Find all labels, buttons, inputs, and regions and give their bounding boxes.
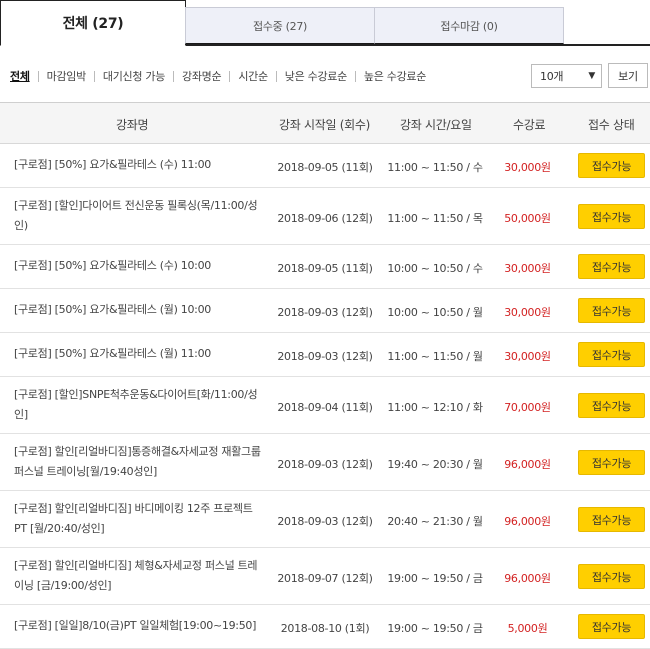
- course-start-date: 2018-09-05 (11회): [277, 262, 373, 275]
- course-fee: 30,000원: [504, 350, 551, 363]
- header-time-day: 강좌 시간/요일: [400, 118, 472, 132]
- course-time: 11:00 ~ 11:50 / 월: [387, 350, 483, 363]
- dropdown-arrow-icon: ▼: [588, 71, 595, 81]
- apply-button[interactable]: 접수가능: [578, 298, 645, 323]
- course-time: 10:00 ~ 10:50 / 수: [387, 262, 483, 275]
- course-table: 강좌명 강좌 시작일 (회수) 강좌 시간/요일 수강료 접수 상태 [구로점]…: [0, 102, 650, 649]
- table-row: [구로점] [할인]다이어트 전신운동 필록싱(목/11:00/성인) 2018…: [0, 188, 650, 245]
- course-fee: 30,000원: [504, 306, 551, 319]
- divider: [173, 70, 175, 82]
- sort-by-name[interactable]: 강좌명순: [182, 68, 222, 84]
- course-time: 20:40 ~ 21:30 / 월: [387, 515, 483, 528]
- table-row: [구로점] [할인]SNPE척추운동&다이어트[화/11:00/성인] 2018…: [0, 377, 650, 434]
- apply-button[interactable]: 접수가능: [578, 450, 645, 475]
- table-row: [구로점] [50%] 요가&필라테스 (수) 11:00 2018-09-05…: [0, 144, 650, 188]
- apply-button[interactable]: 접수가능: [578, 153, 645, 178]
- course-start-date: 2018-09-06 (12회): [277, 212, 373, 225]
- course-name[interactable]: [구로점] [50%] 요가&필라테스 (수) 11:00: [14, 155, 264, 175]
- header-course-name: 강좌명: [116, 118, 149, 132]
- sort-by-price-high[interactable]: 높은 수강료순: [364, 68, 426, 84]
- course-start-date: 2018-09-03 (12회): [277, 515, 373, 528]
- apply-button[interactable]: 접수가능: [578, 614, 645, 639]
- course-time: 19:40 ~ 20:30 / 월: [387, 458, 483, 471]
- apply-button[interactable]: 접수가능: [578, 204, 645, 229]
- table-row: [구로점] [50%] 요가&필라테스 (수) 10:00 2018-09-05…: [0, 245, 650, 289]
- divider: [37, 70, 39, 82]
- header-fee: 수강료: [513, 118, 546, 132]
- page-size-value: 10개: [540, 70, 564, 83]
- course-time: 19:00 ~ 19:50 / 금: [387, 572, 483, 585]
- divider: [93, 70, 95, 82]
- apply-button[interactable]: 접수가능: [578, 507, 645, 532]
- course-fee: 30,000원: [504, 262, 551, 275]
- table-header: 강좌명 강좌 시작일 (회수) 강좌 시간/요일 수강료 접수 상태: [0, 102, 650, 144]
- page-size-select[interactable]: 10개 ▼: [531, 64, 602, 88]
- course-start-date: 2018-09-03 (12회): [277, 306, 373, 319]
- course-fee: 50,000원: [504, 212, 551, 225]
- header-status: 접수 상태: [588, 118, 635, 132]
- course-name[interactable]: [구로점] [일일]8/10(금)PT 일일체험[19:00~19:50]: [14, 616, 264, 636]
- course-start-date: 2018-09-03 (12회): [277, 350, 373, 363]
- filter-all[interactable]: 전체: [10, 68, 30, 84]
- course-time: 19:00 ~ 19:50 / 금: [387, 622, 483, 635]
- tab-closed[interactable]: 접수마감 (0): [374, 7, 564, 44]
- course-name[interactable]: [구로점] [할인]다이어트 전신운동 필록싱(목/11:00/성인): [14, 196, 264, 236]
- divider: [275, 70, 277, 82]
- filter-deadline[interactable]: 마감임박: [47, 68, 87, 84]
- course-name[interactable]: [구로점] [50%] 요가&필라테스 (월) 10:00: [14, 300, 264, 320]
- course-name[interactable]: [구로점] 할인[리얼바디짐] 체형&자세교정 퍼스널 트레이닝 [금/19:0…: [14, 556, 264, 596]
- course-time: 11:00 ~ 12:10 / 화: [387, 401, 483, 414]
- table-row: [구로점] 할인[리얼바디짐]통증해결&자세교정 재활그룹 퍼스널 트레이닝[월…: [0, 434, 650, 491]
- course-name[interactable]: [구로점] [50%] 요가&필라테스 (수) 10:00: [14, 256, 264, 276]
- sort-by-price-low[interactable]: 낮은 수강료순: [285, 68, 347, 84]
- sort-filter-bar: 전체 마감임박 대기신청 가능 강좌명순 시간순 낮은 수강료순 높은 수강료순: [10, 68, 426, 84]
- apply-button[interactable]: 접수가능: [578, 393, 645, 418]
- view-button[interactable]: 보기: [608, 63, 648, 88]
- course-start-date: 2018-09-03 (12회): [277, 458, 373, 471]
- course-fee: 5,000원: [507, 622, 548, 635]
- course-fee: 70,000원: [504, 401, 551, 414]
- tab-open[interactable]: 접수중 (27): [185, 7, 375, 44]
- filter-waitlist[interactable]: 대기신청 가능: [103, 68, 165, 84]
- apply-button[interactable]: 접수가능: [578, 254, 645, 279]
- course-fee: 30,000원: [504, 161, 551, 174]
- course-name[interactable]: [구로점] [50%] 요가&필라테스 (월) 11:00: [14, 344, 264, 364]
- table-row: [구로점] 할인[리얼바디짐] 바디메이킹 12주 프로젝트 PT [월/20:…: [0, 491, 650, 548]
- course-name[interactable]: [구로점] [할인]SNPE척추운동&다이어트[화/11:00/성인]: [14, 385, 264, 425]
- table-row: [구로점] [일일]8/10(금)PT 일일체험[19:00~19:50] 20…: [0, 605, 650, 649]
- course-time: 10:00 ~ 10:50 / 월: [387, 306, 483, 319]
- course-fee: 96,000원: [504, 515, 551, 528]
- course-start-date: 2018-08-10 (1회): [280, 622, 370, 635]
- tab-all[interactable]: 전체 (27): [0, 0, 186, 46]
- course-fee: 96,000원: [504, 572, 551, 585]
- course-start-date: 2018-09-07 (12회): [277, 572, 373, 585]
- table-row: [구로점] [50%] 요가&필라테스 (월) 10:00 2018-09-03…: [0, 289, 650, 333]
- course-time: 11:00 ~ 11:50 / 목: [387, 212, 483, 225]
- divider: [354, 70, 356, 82]
- apply-button[interactable]: 접수가능: [578, 342, 645, 367]
- divider: [229, 70, 231, 82]
- course-time: 11:00 ~ 11:50 / 수: [387, 161, 483, 174]
- sort-by-time[interactable]: 시간순: [238, 68, 268, 84]
- course-name[interactable]: [구로점] 할인[리얼바디짐]통증해결&자세교정 재활그룹 퍼스널 트레이닝[월…: [14, 442, 264, 482]
- table-row: [구로점] [50%] 요가&필라테스 (월) 11:00 2018-09-03…: [0, 333, 650, 377]
- course-fee: 96,000원: [504, 458, 551, 471]
- course-start-date: 2018-09-05 (11회): [277, 161, 373, 174]
- course-start-date: 2018-09-04 (11회): [277, 401, 373, 414]
- header-start-date: 강좌 시작일 (회수): [279, 118, 370, 132]
- tab-bar: 전체 (27) 접수중 (27) 접수마감 (0): [0, 0, 650, 46]
- apply-button[interactable]: 접수가능: [578, 564, 645, 589]
- course-name[interactable]: [구로점] 할인[리얼바디짐] 바디메이킹 12주 프로젝트 PT [월/20:…: [14, 499, 264, 539]
- table-row: [구로점] 할인[리얼바디짐] 체형&자세교정 퍼스널 트레이닝 [금/19:0…: [0, 548, 650, 605]
